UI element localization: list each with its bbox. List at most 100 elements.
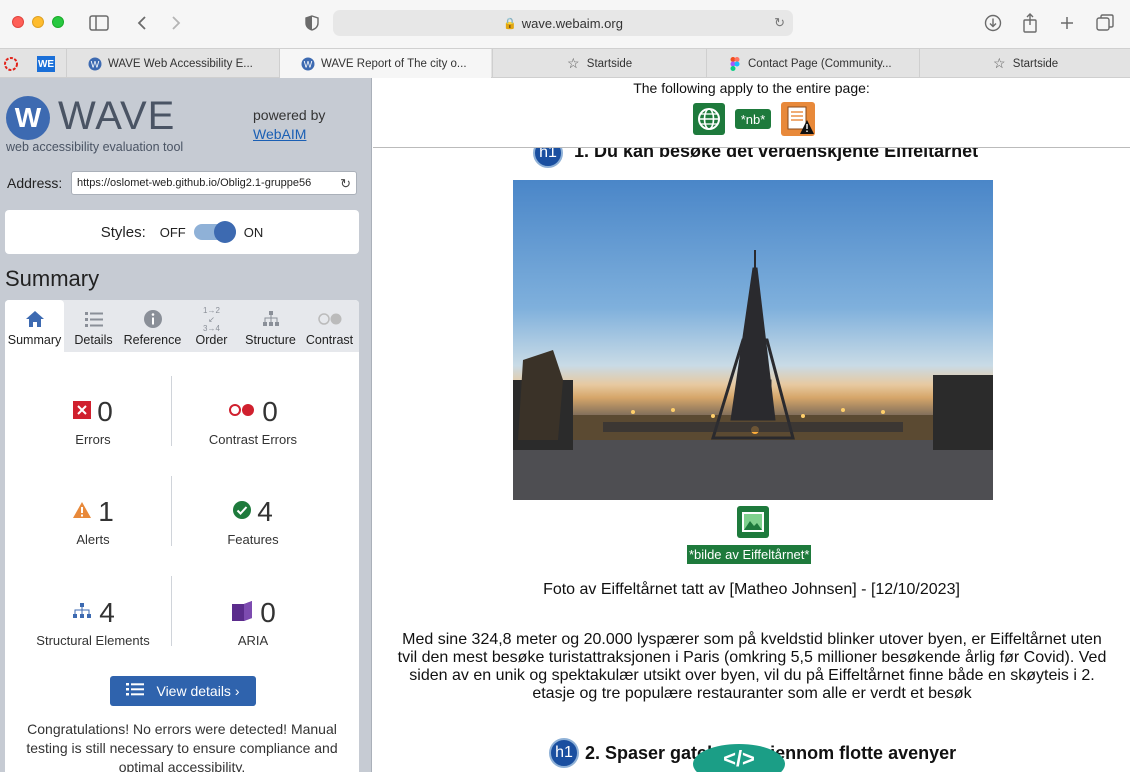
tab-label: WAVE Web Accessibility E... [108,57,253,70]
wave-logo: W WAVE web accessibility evaluation tool… [6,92,366,162]
star-icon: ☆ [993,55,1006,71]
wave-logo-icon: W [6,96,50,140]
wave-favicon: W [300,56,315,71]
minimize-window-button[interactable] [32,16,44,28]
language-nb-badge[interactable]: *nb* [735,109,771,129]
view-details-label: View details › [156,683,240,699]
wave-logo-text: WAVE [58,94,176,138]
svg-text:W: W [90,59,99,69]
errors-count: 0 [97,396,113,427]
info-icon [143,307,163,331]
alert-icon [72,501,92,524]
sidebar-toggle-icon[interactable] [88,12,110,34]
refresh-icon[interactable]: ↻ [340,173,351,194]
aria-label: ARIA [237,633,269,648]
tab-details[interactable]: Details [64,300,123,352]
styles-off-label: OFF [159,224,186,240]
tab-summary[interactable]: Summary [5,300,64,352]
stat-errors[interactable]: 0 Errors [13,394,173,447]
stat-contrast-errors[interactable]: 0 Contrast Errors [173,394,333,447]
tab-wave-home[interactable]: W WAVE Web Accessibility E... [66,49,278,78]
list-icon [84,307,104,331]
page-wide-icons-bar: The following apply to the entire page: … [373,78,1130,148]
alerts-label: Alerts [76,532,110,547]
new-tab-icon[interactable] [1058,12,1076,34]
error-icon [73,400,92,424]
stat-aria[interactable]: 0 ARIA [173,595,333,648]
structural-label: Structural Elements [36,633,150,648]
wave-sidebar: W WAVE web accessibility evaluation tool… [0,78,372,772]
structural-count: 4 [99,597,115,628]
tab-startside-1[interactable]: ☆ Startside [492,49,705,78]
styles-toggle[interactable] [193,221,236,243]
wave-favicon: W [87,56,102,71]
tab-label: Startside [1012,57,1059,70]
features-label: Features [227,532,279,547]
tab-structure-label: Structure [245,333,296,347]
apply-icons: *nb* [693,102,825,136]
photo-caption: Foto av Eiffeltårnet tatt av [Matheo Joh… [543,581,960,598]
tab-contact-page[interactable]: Contact Page (Community... [706,49,918,78]
contrast-errors-count: 0 [262,396,278,427]
summary-heading: Summary [5,266,100,291]
apply-text: The following apply to the entire page: [633,80,870,96]
aria-count: 0 [260,597,276,628]
tab-order[interactable]: 1→2 ↙ 3→4 Order [182,300,241,352]
tab-overview-icon[interactable] [1095,12,1115,34]
zoom-window-button[interactable] [52,16,64,28]
h1-badge[interactable]: h1 [549,738,579,768]
image-alt-icon[interactable] [737,506,769,538]
alt-text-badge: *bilde av Eiffeltårnet* [687,545,812,564]
order-icon: 1→2 ↙ 3→4 [203,305,220,333]
address-bar[interactable]: 🔒 wave.webaim.org ↻ [333,10,793,36]
reload-icon[interactable]: ↻ [774,15,785,31]
tab-reference[interactable]: Reference [123,300,182,352]
lock-icon: 🔒 [503,17,517,30]
star-icon: ☆ [567,55,580,71]
tab-contrast[interactable]: Contrast [300,300,359,352]
structure-icon [261,307,281,331]
structure-tree-icon [71,602,93,625]
home-icon [25,307,45,331]
downloads-icon[interactable] [983,12,1003,34]
stat-structural-elements[interactable]: 4 Structural Elements [13,595,173,648]
share-icon[interactable] [1020,12,1040,34]
styles-on-label: ON [243,224,264,240]
contrast-errors-label: Contrast Errors [208,432,298,447]
tab-structure[interactable]: Structure [241,300,300,352]
address-input[interactable]: https://oslomet-web.github.io/Oblig2.1-g… [71,171,357,195]
close-window-button[interactable] [12,16,24,28]
tab-label: Startside [586,57,633,70]
figma-icon [727,56,742,71]
stat-features[interactable]: 4 Features [173,494,333,547]
styles-toggle-row: Styles: OFF ON [5,210,359,254]
tab-details-label: Details [74,333,113,347]
eiffel-paragraph: Med sine 324,8 meter og 20.000 lyspærer … [397,631,1107,702]
opera-icon[interactable] [1,54,21,74]
url-text: wave.webaim.org [521,15,623,31]
stat-alerts[interactable]: 1 Alerts [13,494,173,547]
tab-reference-label: Reference [123,333,182,347]
tab-order-label: Order [195,333,228,347]
powered-by-text: powered by [253,107,326,123]
svg-text:W: W [303,59,312,69]
we-icon-label: WE [37,56,55,72]
toggle-knob [213,221,236,243]
page-alert-icon[interactable] [781,102,815,136]
report-content: The following apply to the entire page: … [373,78,1130,772]
we-icon[interactable]: WE [36,54,56,74]
summary-panel: Summary Details Reference 1→2 ↙ 3→4 Order … [5,300,359,772]
wave-tagline: web accessibility evaluation tool [6,140,184,154]
tab-contrast-label: Contrast [305,333,354,347]
errors-label: Errors [75,432,111,447]
forward-icon[interactable] [168,12,184,34]
privacy-shield-icon[interactable] [303,12,321,34]
contrast-icon [317,307,343,331]
back-icon[interactable] [134,12,150,34]
language-globe-icon[interactable] [693,103,725,135]
features-count: 4 [257,496,273,527]
tab-wave-report[interactable]: W WAVE Report of The city o... [279,49,491,78]
view-details-button[interactable]: View details › [110,676,256,706]
webaim-link[interactable]: WebAIM [253,126,306,142]
tab-startside-2[interactable]: ☆ Startside [919,49,1130,78]
